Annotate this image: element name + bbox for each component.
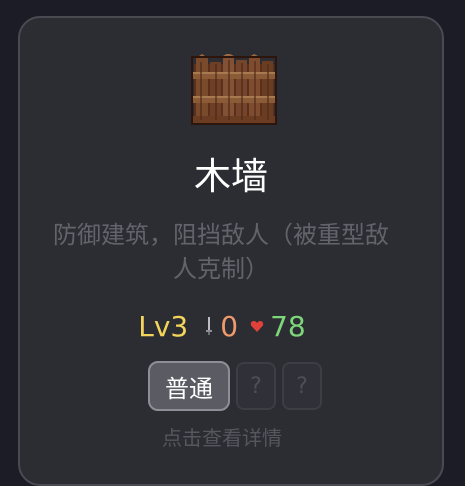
sword-icon	[206, 317, 213, 335]
tab-locked-1[interactable]: ?	[236, 362, 276, 410]
attack-value: 0	[220, 309, 239, 343]
item-description: 防御建筑，阻挡敌人（被重型敌人克制）	[53, 221, 389, 283]
tab-locked-2[interactable]: ?	[282, 362, 322, 410]
tab-normal[interactable]: 普通	[148, 361, 230, 411]
wooden-fence-icon	[191, 54, 277, 125]
unit-detail-card[interactable]: 木墙 防御建筑，阻挡敌人（被重型敌人克制） Lv3 0 78 普通 ? ? 点击…	[18, 16, 444, 486]
rarity-tabs: 普通 ? ?	[148, 361, 322, 411]
item-name: 木墙	[194, 155, 268, 198]
details-hint: 点击查看详情	[162, 426, 282, 450]
stats-row: Lv3 0 78	[2, 306, 442, 346]
level-label: Lv3	[138, 309, 189, 343]
heart-icon	[250, 321, 264, 332]
hp-value: 78	[270, 309, 306, 343]
